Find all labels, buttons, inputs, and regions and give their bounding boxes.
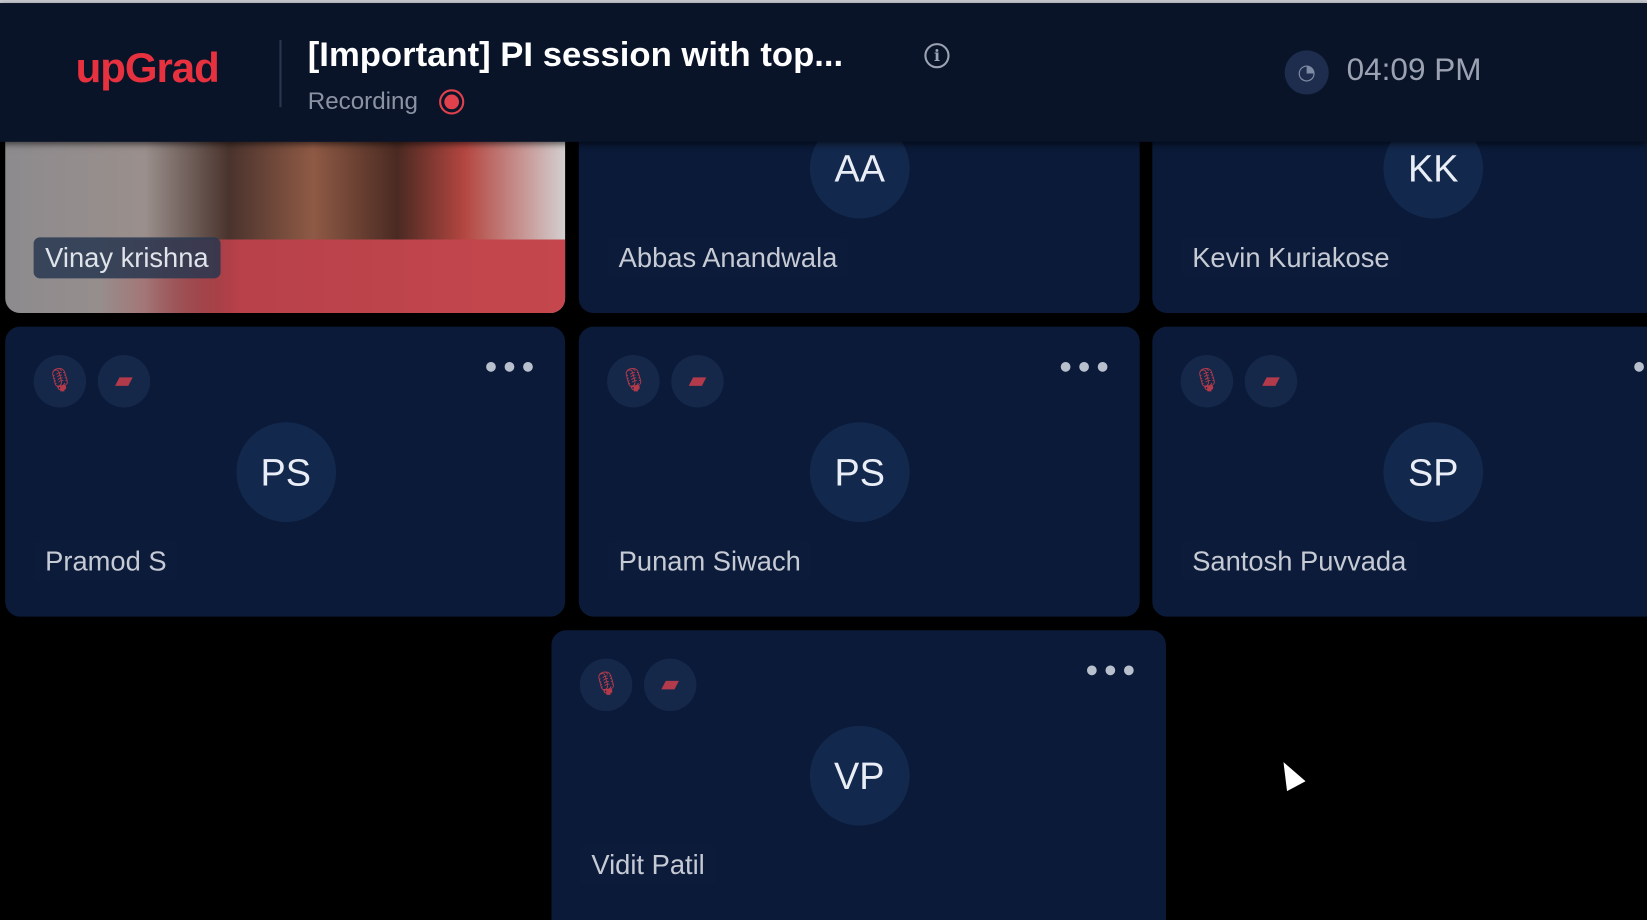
participant-tile[interactable]: 🎙︎ ▰ ••• VP Vidit Patil	[551, 630, 1166, 920]
upgrad-logo[interactable]: upGrad	[76, 45, 220, 92]
more-options-button[interactable]: •••	[1083, 659, 1139, 686]
avatar: PS	[235, 422, 336, 523]
camera-off-icon: ▰	[671, 355, 724, 408]
participant-name: Vidit Patil	[579, 844, 717, 886]
participant-name: Punam Siwach	[607, 540, 813, 582]
participant-name: Pramod S	[33, 540, 179, 582]
participant-tile[interactable]: 🎙︎ ▰ ••• SP Santosh Puvvada	[1152, 326, 1647, 617]
recording-icon	[439, 89, 465, 115]
header-divider	[279, 39, 282, 108]
current-time: 04:09 PM	[1346, 52, 1482, 88]
session-title: [Important] PI session with top...	[307, 34, 844, 74]
camera-off-icon: ▰	[1244, 355, 1298, 408]
participant-tile[interactable]: 🎙︎ ▰ ••• PS Pramod S	[5, 326, 566, 617]
meeting-window: upGrad [Important] PI session with top..…	[0, 0, 1647, 920]
more-options-button[interactable]: •••	[482, 355, 538, 382]
more-options-button[interactable]: •••	[1630, 355, 1647, 382]
avatar: VP	[809, 725, 910, 826]
mouse-cursor	[1274, 757, 1306, 792]
avatar: SP	[1383, 422, 1484, 523]
mic-muted-icon: 🎙︎	[579, 658, 633, 712]
mic-muted-icon: 🎙︎	[1180, 355, 1234, 408]
info-icon[interactable]: i	[924, 43, 950, 69]
clock-icon: ◔	[1284, 50, 1329, 95]
participant-name: Kevin Kuriakose	[1180, 237, 1402, 279]
more-options-button[interactable]: •••	[1057, 355, 1113, 382]
participant-tile[interactable]: 🎙︎ ▰ ••• PS Punam Siwach	[578, 326, 1140, 617]
mic-muted-icon: 🎙︎	[607, 355, 660, 408]
mic-muted-icon: 🎙︎	[33, 355, 87, 408]
recording-label: Recording	[307, 87, 418, 115]
avatar: PS	[809, 422, 910, 523]
participant-name: Vinay krishna	[33, 237, 221, 279]
participant-name: Abbas Anandwala	[607, 237, 849, 279]
camera-off-icon: ▰	[643, 658, 697, 712]
meeting-header: upGrad [Important] PI session with top..…	[0, 3, 1647, 142]
participant-name: Santosh Puvvada	[1180, 540, 1418, 582]
camera-off-icon: ▰	[97, 355, 151, 408]
